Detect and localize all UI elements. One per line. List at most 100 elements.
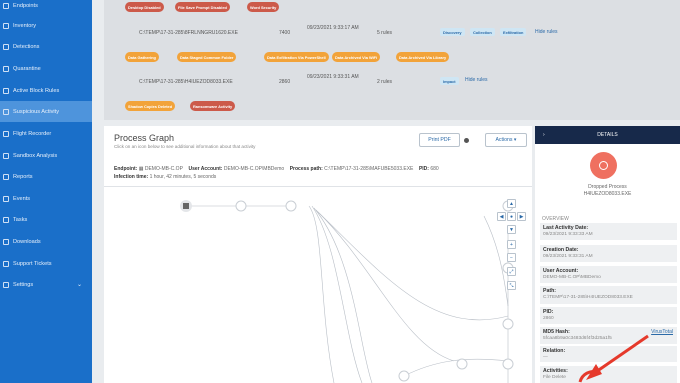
overview-label: OVERVIEW xyxy=(542,216,569,222)
detail-field-key: Path: xyxy=(543,288,556,294)
nav-icon xyxy=(3,173,9,180)
tag-ransomware: Ransomware Activity xyxy=(190,101,236,111)
sidebar-item-label: Active Block Rules xyxy=(13,87,60,94)
graph-edge xyxy=(317,211,509,321)
detail-field-value: 09/23/2021 9:33:31 AM xyxy=(543,254,593,259)
pan-down-button[interactable]: ▼ xyxy=(507,225,516,234)
pid-value: 680 xyxy=(430,166,439,172)
detail-field-value: DEMO-MB-C.OP\MBDemo xyxy=(543,275,601,280)
nav-icon xyxy=(3,216,9,223)
nav-icon xyxy=(3,22,9,29)
sidebar-item-reports[interactable]: Reports xyxy=(0,166,92,187)
details-title: DETAILS xyxy=(597,132,618,138)
sidebar-item-quarantine[interactable]: Quarantine xyxy=(0,58,92,79)
sidebar-item-downloads[interactable]: Downloads xyxy=(0,231,92,252)
print-pdf-button[interactable]: Print PDF xyxy=(419,133,460,147)
graph-node xyxy=(502,318,514,330)
sidebar-item-tasks[interactable]: Tasks xyxy=(0,209,92,230)
nav-icon xyxy=(3,281,9,288)
pan-up-button[interactable]: ▲ xyxy=(507,199,516,208)
details-header: › DETAILS xyxy=(535,126,680,144)
graph-node xyxy=(235,200,247,212)
sidebar-item-detections[interactable]: Detections xyxy=(0,36,92,57)
zoom-out-button[interactable]: − xyxy=(507,253,516,262)
user-label: User Account: xyxy=(188,166,223,172)
pan-left-button[interactable]: ◀ xyxy=(497,212,506,221)
nav-icon xyxy=(3,43,9,50)
process-pid: 7400 xyxy=(279,30,291,36)
process-path: C:\TEMP\17-31-285\8FRLNNGRU1620.EXE xyxy=(139,30,238,36)
zoom-in-button[interactable]: + xyxy=(507,240,516,249)
chip-discovery: Discovery xyxy=(440,28,465,36)
nav-icon xyxy=(3,108,9,115)
endpoint-value: DEMO-MB-C.OP xyxy=(144,166,183,172)
sidebar-item-settings[interactable]: Settings ⌄ xyxy=(0,274,92,295)
chip-exfiltration: Exfiltration xyxy=(500,28,527,36)
chevron-down-icon: ▾ xyxy=(513,137,517,143)
process-pid: 2860 xyxy=(279,79,291,85)
sidebar-item-label: Detections xyxy=(13,43,40,50)
graph-node xyxy=(456,358,468,370)
hide-rules-link[interactable]: Hide rules xyxy=(465,77,488,83)
graph-edge xyxy=(483,215,509,307)
actions-label: Actions xyxy=(495,137,513,143)
nav-icon xyxy=(3,65,9,72)
rules-count: 5 rules xyxy=(377,30,393,36)
node-name: H4IUEZOD8033.EXE xyxy=(583,191,632,197)
sidebar-item-sandbox-analysis[interactable]: Sandbox Analysis xyxy=(0,145,92,166)
nav-icon xyxy=(3,195,9,202)
sidebar-item-label: Sandbox Analysis xyxy=(13,152,58,159)
sidebar-item-endpoints[interactable]: Endpoints xyxy=(0,0,92,16)
sidebar-item-inventory[interactable]: Inventory xyxy=(0,15,92,36)
graph-edge xyxy=(313,207,373,383)
info-icon[interactable] xyxy=(464,138,469,143)
graph-node xyxy=(398,370,410,382)
chevron-down-icon: ⌄ xyxy=(76,282,82,288)
sidebar-item-active-block-rules[interactable]: Active Block Rules xyxy=(0,80,92,101)
detail-field-value: C:\TEMP\17-31-285\H4IUEZOD8033.EXE xyxy=(543,295,633,300)
hide-rules-link[interactable]: Hide rules xyxy=(535,29,558,35)
sidebar-item-support-tickets[interactable]: Support Tickets xyxy=(0,253,92,274)
detail-field-key: Last Activity Date: xyxy=(543,225,589,231)
detail-field: Path: C:\TEMP\17-31-285\H4IUEZOD8033.EXE xyxy=(540,286,677,304)
rules-count: 2 rules xyxy=(377,79,393,85)
detail-field-key: PID: xyxy=(543,309,554,315)
infection-time: Infection time: 1 hour, 42 minutes, 5 se… xyxy=(114,174,216,180)
sidebar-item-label: Downloads xyxy=(13,238,41,245)
detail-field-value: 09/23/2021 9:33:33 AM xyxy=(543,232,593,237)
sidebar-item-label: Endpoints xyxy=(13,2,38,9)
user-value: DEMO-MB-C.OP\MBDemo xyxy=(223,166,285,172)
annotation-arrow xyxy=(578,334,649,383)
infection-label: Infection time: xyxy=(114,174,149,180)
tag-data-archived-library: Data Archived Via Library xyxy=(396,52,450,62)
sidebar-item-events[interactable]: Events xyxy=(0,188,92,209)
process-path: C:\TEMP\17-31-285\H4IUEZOD8033.EXE xyxy=(139,79,233,85)
nav-icon xyxy=(3,238,9,245)
sidebar-item-label: Settings xyxy=(13,281,34,288)
fit-screen-button[interactable]: ⤢ xyxy=(507,267,516,276)
graph-node xyxy=(285,200,297,212)
pan-center-button[interactable]: ● xyxy=(507,212,516,221)
detail-field-key: User Account: xyxy=(543,268,579,274)
process-graph-canvas[interactable] xyxy=(104,186,532,383)
tag-desktop-disabled: Desktop Disabled xyxy=(125,2,164,12)
chevron-right-icon[interactable]: › xyxy=(543,132,545,138)
chip-collection: Collection xyxy=(470,28,495,36)
sidebar-item-flight-recorder[interactable]: Flight Recorder xyxy=(0,123,92,144)
graph-edge xyxy=(315,209,455,362)
sidebar-item-label: Inventory xyxy=(13,22,37,29)
detail-field: PID: 2860 xyxy=(540,307,677,324)
reset-view-button[interactable]: ⤡ xyxy=(507,281,516,290)
graph-node xyxy=(502,358,514,370)
pan-right-button[interactable]: ▶ xyxy=(517,212,526,221)
tag-word-security: Word Security xyxy=(247,2,280,12)
actions-button[interactable]: Actions ▾ xyxy=(485,133,527,147)
tag-shadow-copies: Shadow Copies Deleted xyxy=(125,101,176,111)
sidebar-item-label: Tasks xyxy=(13,216,28,223)
path-value: C:\TEMP\17-31-285\MAFUBE5033.EXE xyxy=(324,166,414,172)
sidebar-item-label: Events xyxy=(13,195,31,202)
dropped-process-icon xyxy=(590,152,617,179)
sidebar-item-suspicious-activity[interactable]: Suspicious Activity xyxy=(0,101,92,122)
process-graph-card: Process Graph Click on an icon below to … xyxy=(104,126,532,383)
graph-edge xyxy=(403,358,509,377)
